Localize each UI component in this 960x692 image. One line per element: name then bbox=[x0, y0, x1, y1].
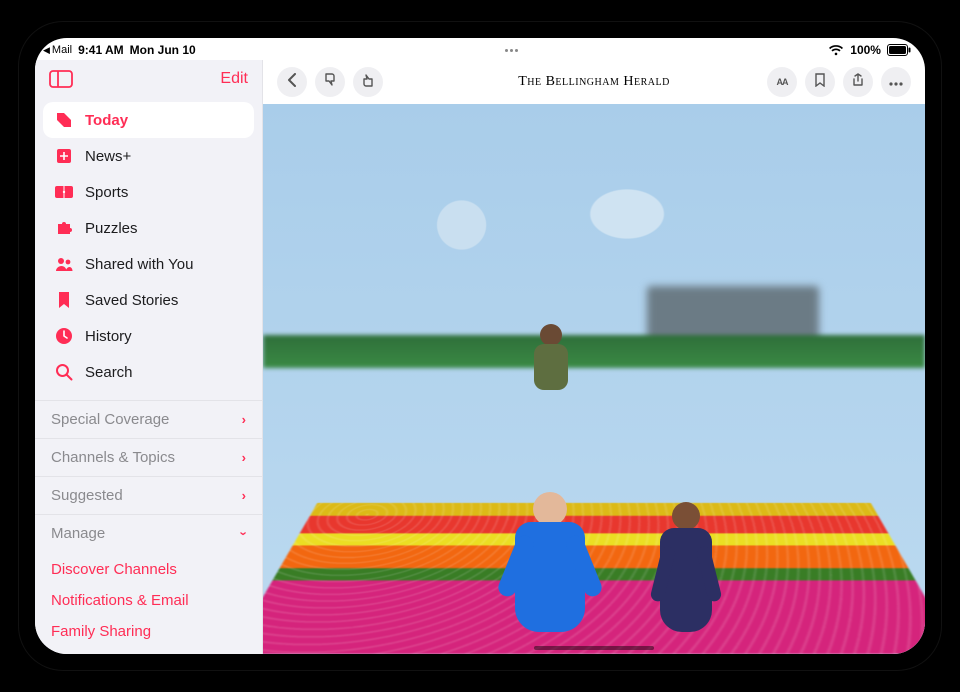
manage-family-sharing[interactable]: Family Sharing bbox=[51, 616, 246, 647]
chevron-right-icon: › bbox=[242, 412, 246, 427]
wifi-icon bbox=[828, 44, 844, 56]
back-button[interactable] bbox=[277, 67, 307, 97]
article-hero-image bbox=[263, 104, 925, 654]
status-time: 9:41 AM bbox=[78, 43, 124, 57]
chevron-right-icon: › bbox=[242, 450, 246, 465]
sidebar-item-today[interactable]: Today bbox=[43, 102, 254, 138]
sidebar-nav: Today News+ Sports bbox=[35, 102, 262, 390]
news-icon bbox=[53, 109, 75, 131]
shared-icon bbox=[53, 253, 75, 275]
section-label: Manage bbox=[51, 525, 105, 542]
search-icon bbox=[53, 361, 75, 383]
text-size-button[interactable]: AA bbox=[767, 67, 797, 97]
bookmark-outline-icon bbox=[815, 73, 825, 92]
dislike-button[interactable] bbox=[315, 67, 345, 97]
image-person-adult-2 bbox=[660, 502, 712, 632]
battery-percent: 100% bbox=[850, 43, 881, 57]
multitask-grabber[interactable] bbox=[505, 49, 518, 52]
sports-icon bbox=[53, 181, 75, 203]
sidebar: Edit Today News+ bbox=[35, 60, 263, 654]
image-person-adult-1 bbox=[515, 492, 585, 632]
section-label: Suggested bbox=[51, 487, 123, 504]
section-special-coverage[interactable]: Special Coverage › bbox=[35, 400, 262, 438]
sidebar-item-label: Search bbox=[85, 364, 133, 381]
sidebar-item-newsplus[interactable]: News+ bbox=[43, 138, 254, 174]
image-person-child bbox=[534, 324, 568, 390]
edit-button[interactable]: Edit bbox=[220, 70, 248, 88]
text-size-icon: AA bbox=[777, 77, 788, 87]
bookmark-icon bbox=[53, 289, 75, 311]
back-triangle-icon: ◀ bbox=[43, 45, 50, 56]
article-pane: The Bellingham Herald AA bbox=[263, 60, 925, 654]
sidebar-item-history[interactable]: History bbox=[43, 318, 254, 354]
newsplus-icon bbox=[53, 145, 75, 167]
manage-notifications-email[interactable]: Notifications & Email bbox=[51, 585, 246, 616]
article-toolbar: The Bellingham Herald AA bbox=[263, 60, 925, 104]
sidebar-item-label: Puzzles bbox=[85, 220, 138, 237]
sidebar-item-label: History bbox=[85, 328, 132, 345]
manage-item-label: Discover Channels bbox=[51, 561, 177, 578]
status-bar: ◀ Mail 9:41 AM Mon Jun 10 100% bbox=[35, 38, 925, 60]
sidebar-item-sports[interactable]: Sports bbox=[43, 174, 254, 210]
section-manage[interactable]: Manage › bbox=[35, 514, 262, 552]
thumbs-down-icon bbox=[323, 73, 337, 92]
section-label: Channels & Topics bbox=[51, 449, 175, 466]
home-indicator[interactable] bbox=[534, 646, 654, 650]
screen: ◀ Mail 9:41 AM Mon Jun 10 100% bbox=[35, 38, 925, 654]
sidebar-item-label: Shared with You bbox=[85, 256, 193, 273]
battery-icon bbox=[887, 44, 911, 56]
sidebar-item-search[interactable]: Search bbox=[43, 354, 254, 390]
clock-icon bbox=[53, 325, 75, 347]
chevron-down-icon: › bbox=[236, 531, 251, 535]
puzzle-icon bbox=[53, 217, 75, 239]
section-suggested[interactable]: Suggested › bbox=[35, 476, 262, 514]
chevron-right-icon: › bbox=[242, 488, 246, 503]
thumbs-up-icon bbox=[361, 73, 375, 92]
manage-item-label: Notifications & Email bbox=[51, 592, 189, 609]
manage-item-label: Family Sharing bbox=[51, 623, 151, 640]
sidebar-sections: Special Coverage › Channels & Topics › S… bbox=[35, 394, 262, 552]
share-icon bbox=[852, 73, 864, 92]
back-to-app[interactable]: ◀ Mail bbox=[43, 44, 72, 56]
sidebar-item-label: Today bbox=[85, 112, 128, 129]
like-button[interactable] bbox=[353, 67, 383, 97]
sidebar-item-label: Sports bbox=[85, 184, 128, 201]
app: Edit Today News+ bbox=[35, 60, 925, 654]
sidebar-item-shared[interactable]: Shared with You bbox=[43, 246, 254, 282]
manage-list: Discover Channels Notifications & Email … bbox=[35, 552, 262, 649]
ellipsis-icon bbox=[889, 73, 903, 91]
section-label: Special Coverage bbox=[51, 411, 169, 428]
section-channels-topics[interactable]: Channels & Topics › bbox=[35, 438, 262, 476]
sidebar-item-puzzles[interactable]: Puzzles bbox=[43, 210, 254, 246]
more-button[interactable] bbox=[881, 67, 911, 97]
ipad-frame: ◀ Mail 9:41 AM Mon Jun 10 100% bbox=[19, 22, 941, 670]
sidebar-item-label: News+ bbox=[85, 148, 131, 165]
sidebar-toggle-icon[interactable] bbox=[49, 70, 73, 88]
save-button[interactable] bbox=[805, 67, 835, 97]
back-app-label: Mail bbox=[52, 44, 72, 56]
share-button[interactable] bbox=[843, 67, 873, 97]
status-date: Mon Jun 10 bbox=[130, 43, 196, 57]
sidebar-item-saved[interactable]: Saved Stories bbox=[43, 282, 254, 318]
sidebar-item-label: Saved Stories bbox=[85, 292, 178, 309]
chevron-left-icon bbox=[287, 73, 297, 92]
manage-discover-channels[interactable]: Discover Channels bbox=[51, 554, 246, 585]
